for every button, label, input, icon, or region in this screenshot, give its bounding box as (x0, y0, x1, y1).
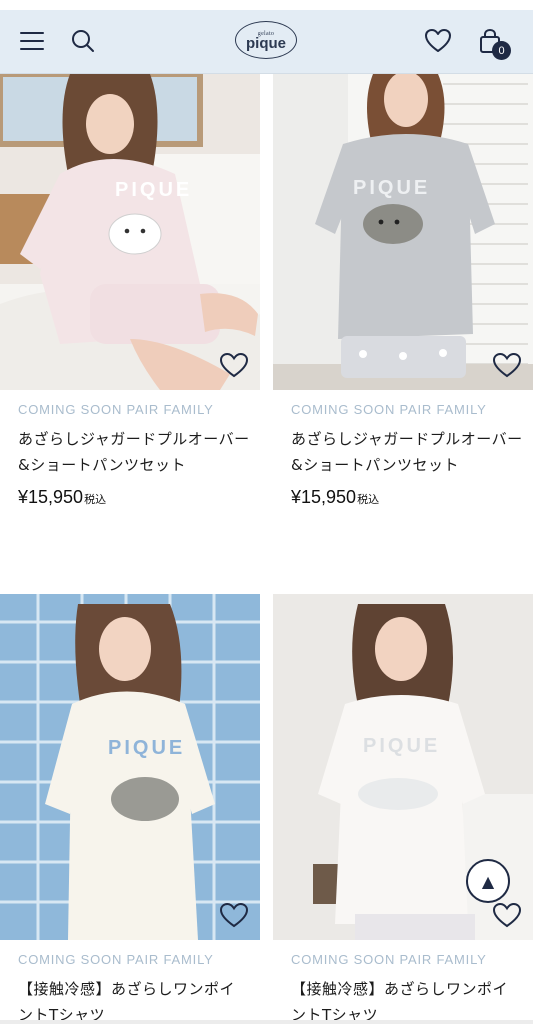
tax-label: 税込 (357, 494, 380, 506)
bottom-divider (0, 1020, 533, 1024)
brand-label: COMING SOON PAIR FAMILY (291, 952, 487, 967)
product-price: ¥15,950税込 (291, 487, 379, 508)
product-price: ¥15,950税込 (18, 487, 106, 508)
print-text: PIQUE (353, 177, 430, 199)
shopping-bag-icon[interactable]: 0 (473, 24, 511, 60)
favorite-heart-icon[interactable] (218, 900, 250, 930)
price-value: ¥15,950 (18, 487, 84, 507)
brand-label: COMING SOON PAIR FAMILY (18, 952, 214, 967)
logo-text: pique (246, 35, 286, 52)
product-name[interactable]: あざらしジャガードプルオーバー&ショートパンツセット (291, 426, 523, 478)
product-image[interactable]: PIQUE (0, 594, 260, 940)
cart-count-badge: 0 (492, 41, 511, 60)
favorite-heart-icon[interactable] (491, 900, 523, 930)
site-header: gelato pique 0 (0, 10, 533, 74)
tax-label: 税込 (84, 494, 107, 506)
brand-label: COMING SOON PAIR FAMILY (18, 402, 214, 417)
print-text: PIQUE (108, 737, 185, 759)
hamburger-menu-icon[interactable] (15, 24, 49, 58)
print-text: PIQUE (115, 179, 192, 201)
site-logo[interactable]: gelato pique (235, 21, 297, 59)
heart-icon[interactable] (421, 24, 455, 58)
scroll-to-top-button[interactable]: ▲ (466, 859, 510, 903)
product-name[interactable]: あざらしジャガードプルオーバー&ショートパンツセット (18, 426, 250, 478)
product-image[interactable]: PIQUE (273, 74, 533, 390)
search-icon[interactable] (66, 24, 100, 58)
price-value: ¥15,950 (291, 487, 357, 507)
favorite-heart-icon[interactable] (491, 350, 523, 380)
status-bar-area (0, 0, 533, 10)
brand-label: COMING SOON PAIR FAMILY (291, 402, 487, 417)
arrow-up-icon: ▲ (481, 871, 495, 891)
favorite-heart-icon[interactable] (218, 350, 250, 380)
product-image[interactable]: PIQUE (0, 74, 260, 390)
print-text: PIQUE (363, 735, 440, 757)
